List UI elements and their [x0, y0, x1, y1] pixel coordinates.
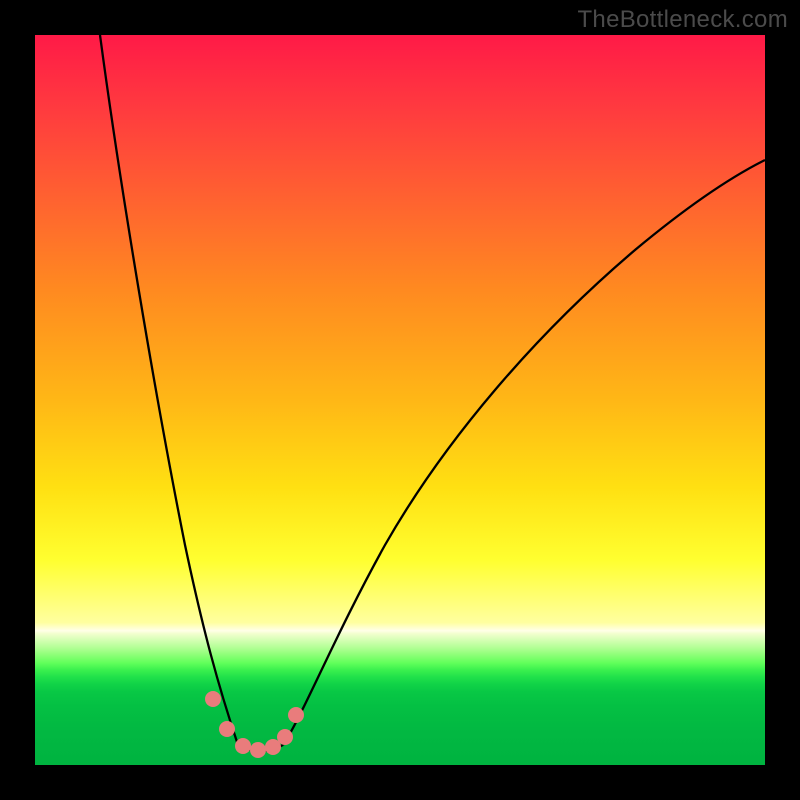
- valley-marker: [205, 691, 221, 707]
- valley-marker-group: [205, 691, 304, 758]
- valley-marker: [235, 738, 251, 754]
- valley-marker: [219, 721, 235, 737]
- watermark-text: TheBottleneck.com: [577, 6, 788, 34]
- valley-marker: [288, 707, 304, 723]
- curve-left-branch: [100, 35, 238, 745]
- curve-right-branch: [283, 160, 765, 745]
- valley-marker: [250, 742, 266, 758]
- chart-svg: [35, 35, 765, 765]
- valley-marker: [277, 729, 293, 745]
- chart-frame: TheBottleneck.com: [0, 0, 800, 800]
